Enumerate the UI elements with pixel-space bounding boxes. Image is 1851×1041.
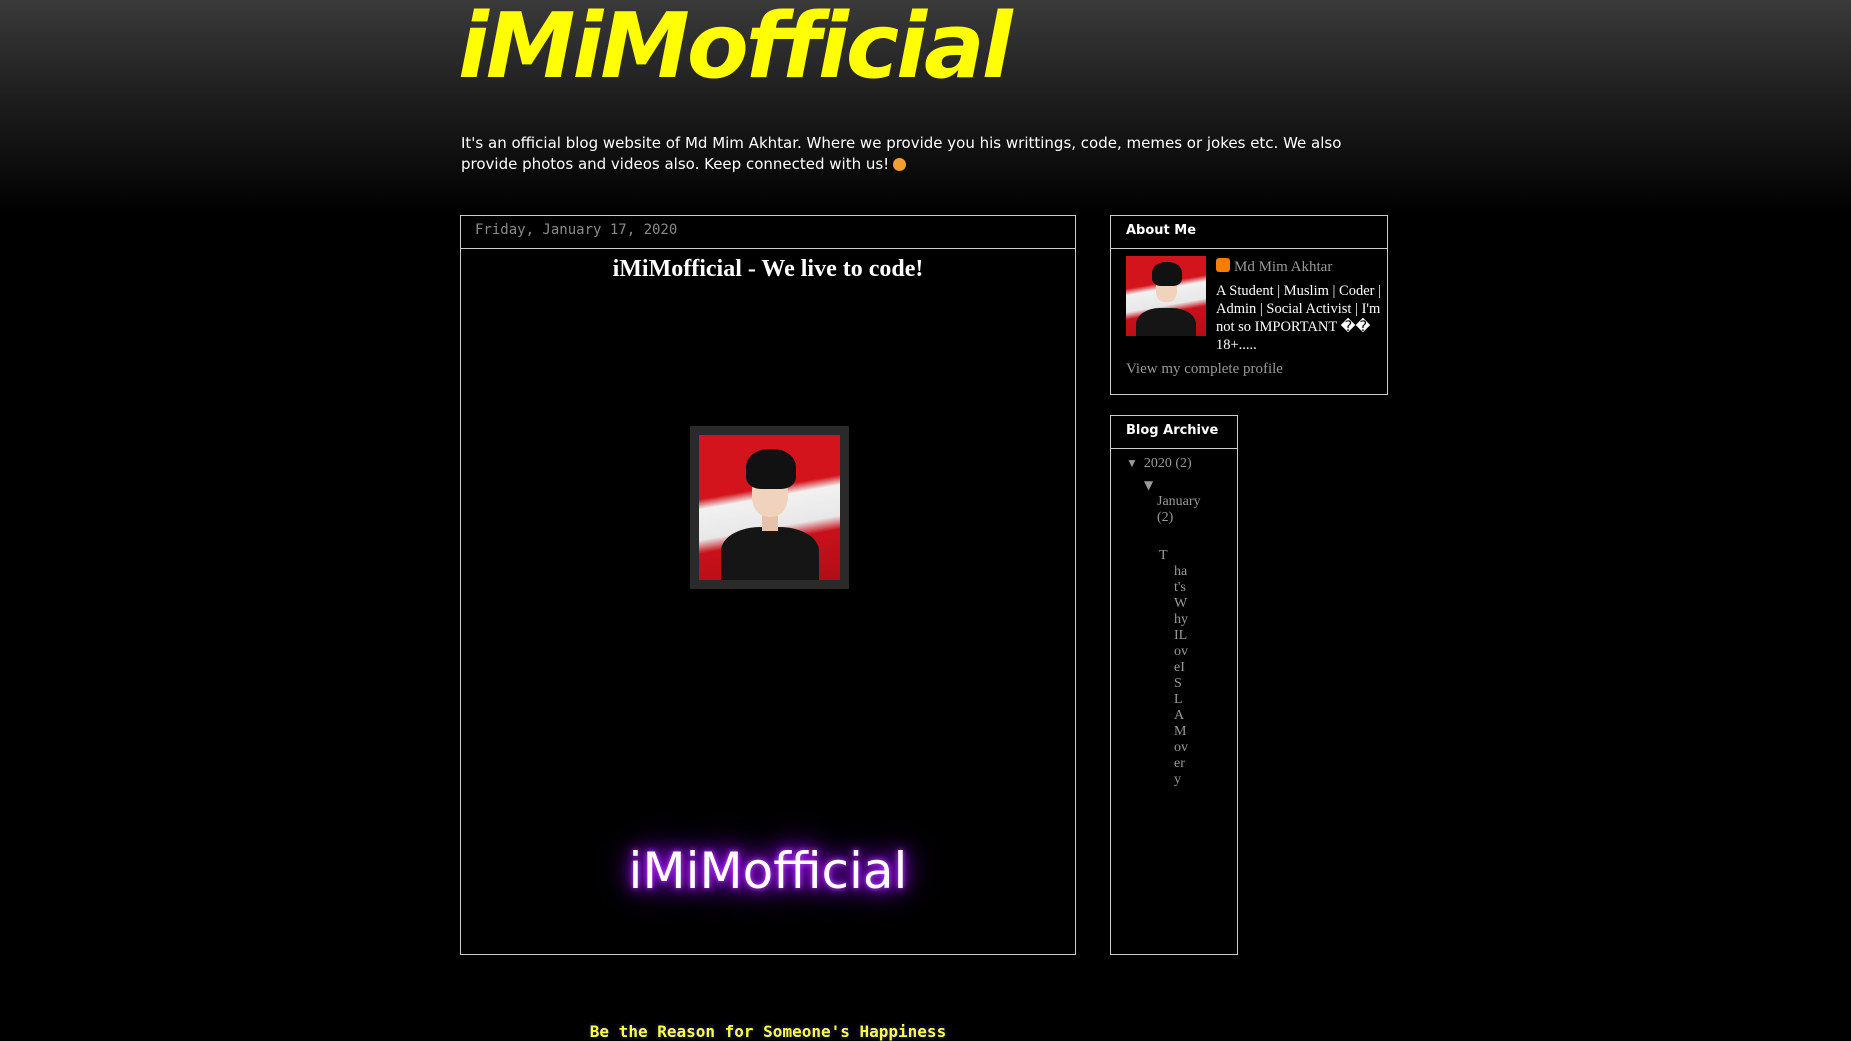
archive-month-item[interactable]: January (2) — [1157, 494, 1201, 526]
archive-post-title-rest[interactable]: hat'sWhyILoveISLAMovery — [1174, 564, 1190, 788]
blogger-icon — [1216, 258, 1230, 272]
archive-month-label[interactable]: January — [1157, 494, 1201, 509]
profile-name-row: Md Mim Akhtar — [1216, 256, 1332, 276]
neon-brand-text: iMiMofficial — [628, 842, 908, 900]
archive-post-first-letter[interactable]: T — [1159, 548, 1229, 564]
post-title[interactable]: iMiMofficial - We live to code! — [461, 256, 1075, 283]
profile-avatar[interactable] — [1126, 256, 1206, 336]
blog-description: It's an official blog website of Md Mim … — [461, 133, 1371, 175]
archive-month-count: (2) — [1157, 510, 1174, 525]
post-date: Friday, January 17, 2020 — [461, 216, 1075, 249]
kiss-emoji-icon — [893, 158, 907, 171]
post-avatar-image[interactable] — [690, 426, 849, 589]
blog-archive-title: Blog Archive — [1111, 416, 1237, 449]
triangle-down-icon[interactable]: ▼ — [1126, 456, 1138, 471]
profile-name-link[interactable]: Md Mim Akhtar — [1234, 259, 1332, 275]
archive-year-label[interactable]: 2020 — [1144, 456, 1172, 471]
archive-year-item[interactable]: ▼ 2020 (2) — [1126, 456, 1192, 472]
blog-archive-widget: Blog Archive ▼ 2020 (2) ▼ January (2) T h… — [1110, 415, 1238, 955]
archive-post-link[interactable]: T hat'sWhyILoveISLAMovery — [1159, 548, 1229, 788]
archive-year-count: (2) — [1175, 456, 1192, 471]
post-tagline: Be the Reason for Someone's Happiness — [589, 1022, 947, 1041]
triangle-down-icon[interactable]: ▼ — [1144, 478, 1153, 492]
about-me-title: About Me — [1111, 216, 1387, 249]
post-container: Friday, January 17, 2020 iMiMofficial - … — [460, 215, 1076, 1041]
blog-title[interactable]: iMiMofficial — [458, 0, 1013, 99]
profile-bio: A Student | Muslim | Coder | Admin | Soc… — [1216, 283, 1381, 353]
avatar-illustration — [699, 435, 840, 580]
about-me-widget: About Me Md Mim Akhtar A Student | Musli… — [1110, 215, 1388, 395]
view-profile-link[interactable]: View my complete profile — [1126, 361, 1283, 378]
